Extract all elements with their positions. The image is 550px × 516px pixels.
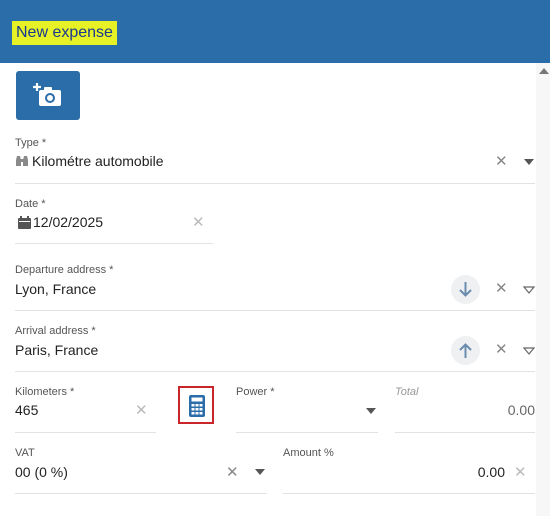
arrival-underline <box>15 371 535 372</box>
type-value[interactable]: Kilométre automobile <box>32 153 164 169</box>
date-clear-icon[interactable]: ✕ <box>192 215 205 231</box>
scrollbar[interactable] <box>536 63 550 516</box>
arrival-value[interactable]: Paris, France <box>15 342 98 358</box>
amount-value[interactable]: 0.00 <box>283 464 505 480</box>
arrow-up-icon <box>459 343 472 358</box>
amount-underline <box>283 493 535 494</box>
vat-clear-icon[interactable]: ✕ <box>226 465 239 481</box>
scroll-up-arrow-icon[interactable] <box>539 68 549 74</box>
amount-clear-icon[interactable]: ✕ <box>514 465 527 481</box>
total-underline <box>395 432 535 433</box>
departure-clear-icon[interactable]: ✕ <box>495 281 508 297</box>
departure-dropdown-caret-icon[interactable] <box>523 285 535 295</box>
type-dropdown-caret-icon[interactable] <box>524 159 534 165</box>
departure-down-button[interactable] <box>451 275 480 304</box>
amount-label: Amount % <box>283 447 334 459</box>
calendar-icon <box>18 216 31 229</box>
date-underline <box>15 243 213 244</box>
vat-underline <box>15 493 267 494</box>
power-dropdown-caret-icon[interactable] <box>366 408 376 414</box>
kilometers-value[interactable]: 465 <box>15 402 38 418</box>
vat-dropdown-caret-icon[interactable] <box>255 469 265 475</box>
arrow-down-icon <box>459 282 472 297</box>
kilometers-clear-icon[interactable]: ✕ <box>135 403 148 419</box>
type-underline <box>15 183 535 184</box>
total-value: 0.00 <box>507 402 535 418</box>
date-value[interactable]: 12/02/2025 <box>33 214 103 230</box>
type-label: Type * <box>15 137 47 149</box>
arrival-label: Arrival address * <box>15 325 96 337</box>
arrival-up-button[interactable] <box>451 336 480 365</box>
type-clear-icon[interactable]: ✕ <box>495 154 508 170</box>
calculator-icon <box>189 395 205 417</box>
departure-value[interactable]: Lyon, France <box>15 281 96 297</box>
header-bar: New expense <box>0 0 550 63</box>
departure-underline <box>15 310 535 311</box>
date-label: Date * <box>15 198 46 210</box>
power-underline <box>236 432 378 433</box>
calculator-button[interactable] <box>178 386 214 424</box>
add-photo-button[interactable] <box>16 71 80 120</box>
binoculars-icon <box>16 156 28 166</box>
departure-label: Departure address * <box>15 264 114 276</box>
vat-value[interactable]: 00 (0 %) <box>15 464 68 480</box>
vat-label: VAT <box>15 447 35 459</box>
kilometers-underline <box>15 432 156 433</box>
power-label: Power * <box>236 386 275 398</box>
add-photo-icon <box>33 83 61 106</box>
arrival-clear-icon[interactable]: ✕ <box>495 342 508 358</box>
kilometers-label: Kilometers * <box>15 386 75 398</box>
total-label: Total <box>395 386 419 398</box>
page-title: New expense <box>12 21 117 45</box>
arrival-dropdown-caret-icon[interactable] <box>523 346 535 356</box>
